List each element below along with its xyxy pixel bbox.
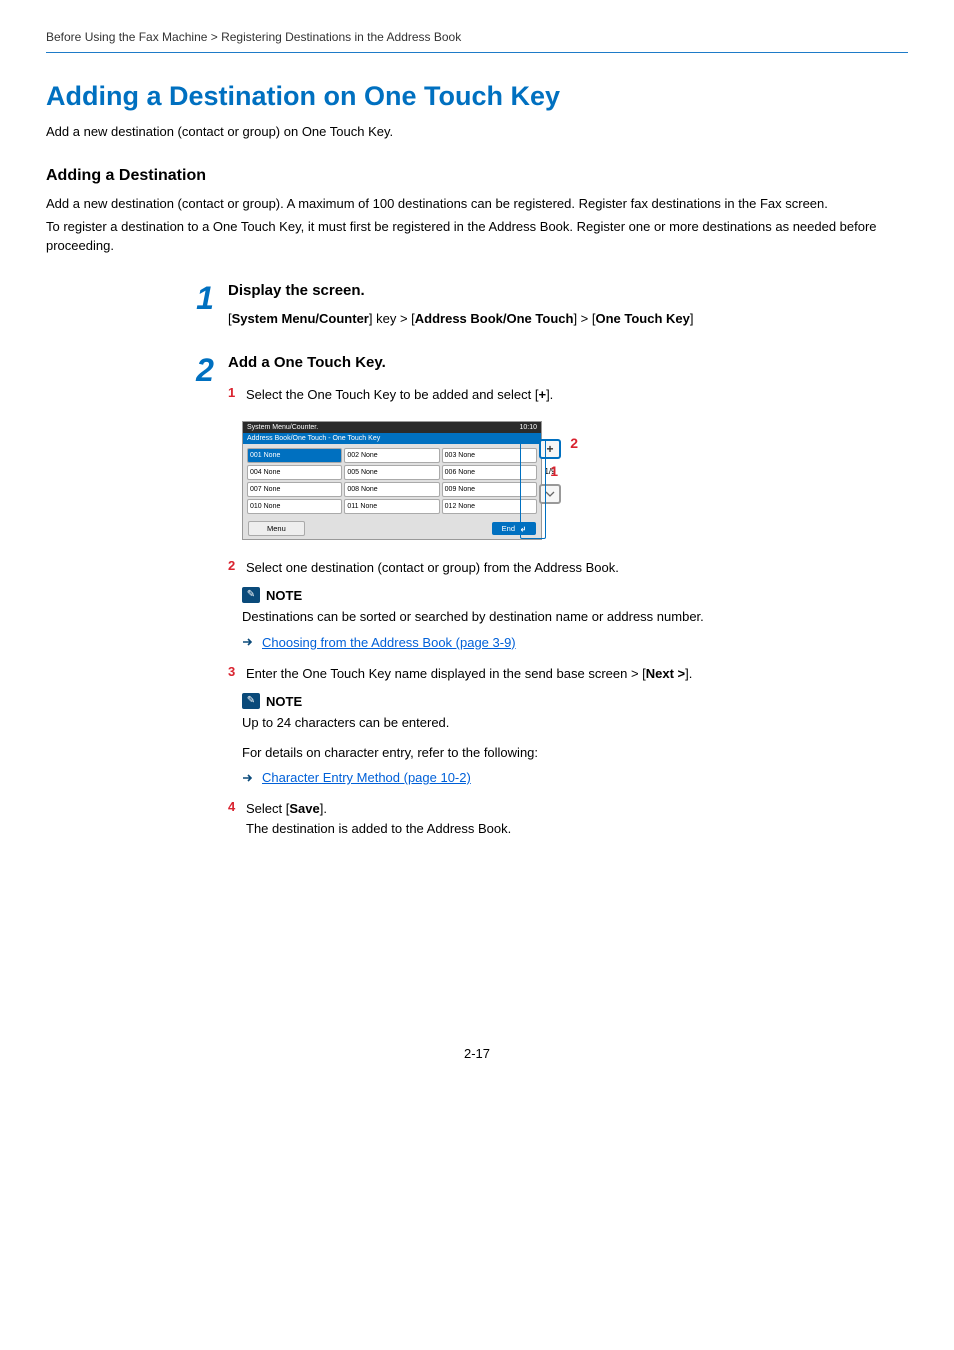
key-012[interactable]: 012 None (442, 499, 537, 514)
note-icon: ✎ (242, 693, 260, 709)
breadcrumb: Before Using the Fax Machine > Registeri… (46, 30, 908, 52)
substep-1-num: 1 (228, 385, 246, 400)
note-label: NOTE (266, 588, 302, 603)
key-002[interactable]: 002 None (344, 448, 439, 463)
key-003[interactable]: 003 None (442, 448, 537, 463)
scroll-down-button[interactable] (539, 484, 561, 504)
step-1-number: 1 (186, 282, 224, 314)
substep-2-num: 2 (228, 558, 246, 573)
substep-4-num: 4 (228, 799, 246, 814)
callout-1: 1 (550, 463, 558, 479)
key-009[interactable]: 009 None (442, 482, 537, 497)
note-label: NOTE (266, 694, 302, 709)
substep-2-text: Select one destination (contact or group… (246, 558, 619, 578)
char-entry-link[interactable]: Character Entry Method (page 10-2) (262, 770, 471, 785)
key-007[interactable]: 007 None (247, 482, 342, 497)
substep-3-text: Enter the One Touch Key name displayed i… (246, 664, 692, 684)
key-004[interactable]: 004 None (247, 465, 342, 480)
step-1-path: [System Menu/Counter] key > [Address Boo… (228, 309, 908, 329)
chevron-down-icon (545, 489, 555, 499)
end-button[interactable]: End (492, 522, 536, 535)
divider (46, 52, 908, 53)
arrow-right-icon (242, 772, 254, 784)
note-2-line2: For details on character entry, refer to… (242, 743, 908, 763)
menu-button[interactable]: Menu (248, 521, 305, 536)
section-p1: Add a new destination (contact or group)… (46, 195, 908, 214)
key-001[interactable]: 001 None (247, 448, 342, 463)
step-2-number: 2 (186, 354, 224, 386)
section-heading: Adding a Destination (46, 167, 908, 185)
note-1-text: Destinations can be sorted or searched b… (242, 607, 908, 627)
page-title: Adding a Destination on One Touch Key (46, 81, 908, 112)
note-2-line1: Up to 24 characters can be entered. (242, 713, 908, 733)
substep-3-num: 3 (228, 664, 246, 679)
note-icon: ✎ (242, 587, 260, 603)
section-p2: To register a destination to a One Touch… (46, 218, 908, 256)
step-2-title: Add a One Touch Key. (228, 354, 908, 371)
key-011[interactable]: 011 None (344, 499, 439, 514)
page-number: 2-17 (46, 1046, 908, 1061)
key-005[interactable]: 005 None (344, 465, 439, 480)
step-1-title: Display the screen. (228, 282, 908, 299)
intro-text: Add a new destination (contact or group)… (46, 124, 908, 139)
arrow-right-icon (242, 636, 254, 648)
key-006[interactable]: 006 None (442, 465, 537, 480)
substep-4-text: Select [Save]. The destination is added … (246, 799, 511, 838)
address-book-link[interactable]: Choosing from the Address Book (page 3-9… (262, 635, 516, 650)
key-008[interactable]: 008 None (344, 482, 439, 497)
plus-button[interactable]: + (539, 439, 561, 459)
callout-2: 2 (570, 435, 578, 451)
shot-bar: Address Book/One Touch - One Touch Key (243, 433, 541, 444)
shot-time: 10:10 (519, 424, 537, 431)
key-010[interactable]: 010 None (247, 499, 342, 514)
device-screenshot: System Menu/Counter. 10:10 Address Book/… (242, 421, 562, 540)
shot-title: System Menu/Counter. (247, 424, 318, 431)
substep-1-text: Select the One Touch Key to be added and… (246, 385, 553, 405)
